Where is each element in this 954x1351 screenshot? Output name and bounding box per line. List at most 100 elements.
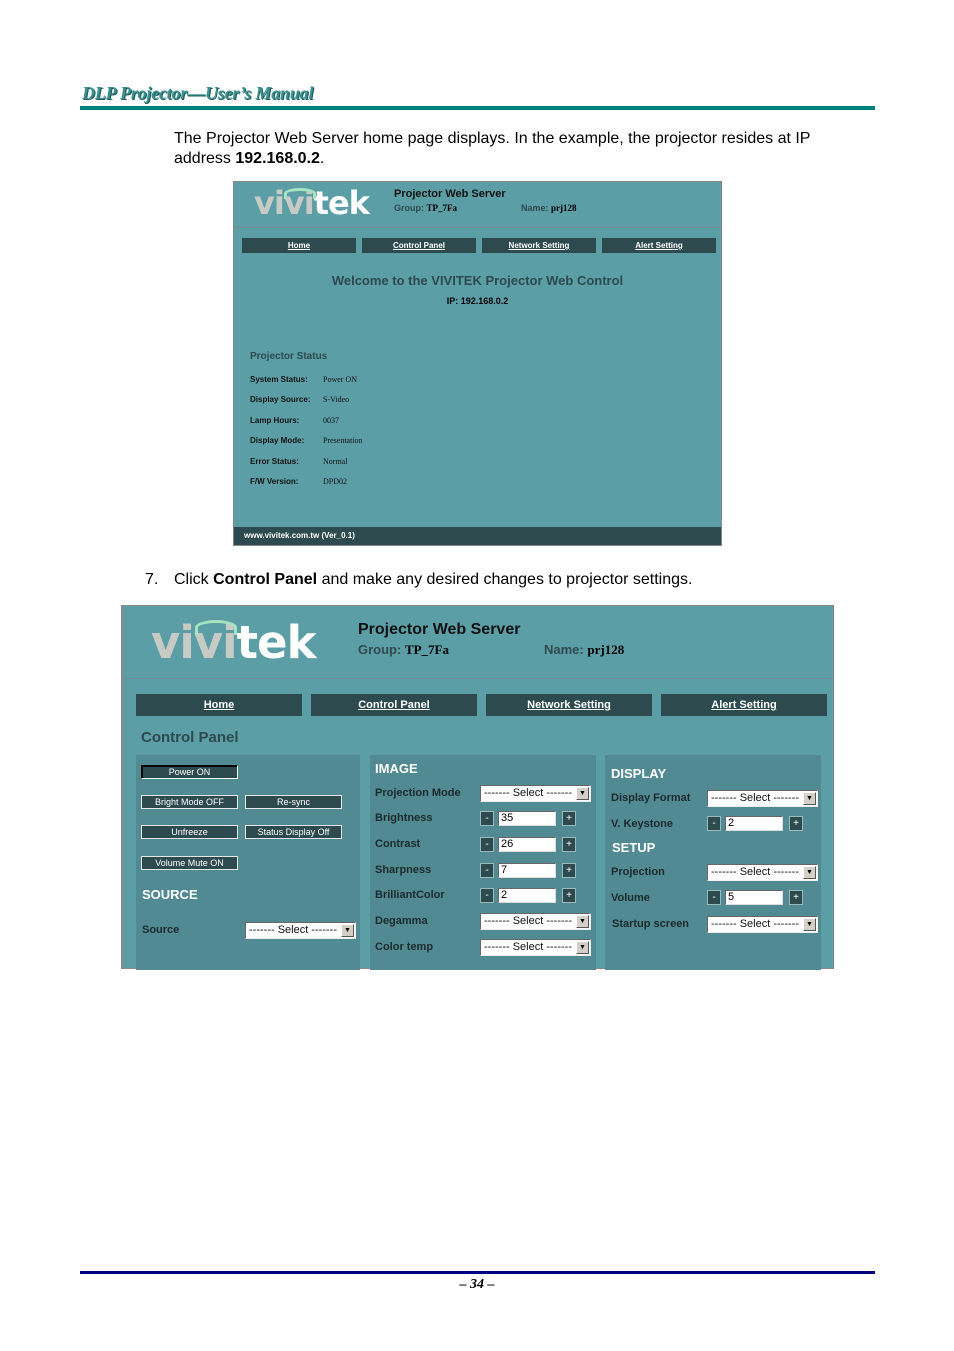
brightness-decrease-button[interactable]: - bbox=[480, 811, 494, 826]
vivitek-logo: vivitek bbox=[151, 616, 316, 669]
resync-button[interactable]: Re-sync bbox=[245, 795, 342, 809]
nav-network-setting[interactable]: Network Setting bbox=[486, 694, 652, 716]
intro-ip-address: 192.168.0.2 bbox=[235, 150, 320, 167]
server-title: Projector Web Server bbox=[394, 188, 506, 200]
header-separator bbox=[124, 678, 834, 679]
volume-mute-button[interactable]: Volume Mute ON bbox=[141, 856, 238, 870]
group-info: Group: TP_7Fa bbox=[394, 203, 457, 213]
select-text: ------- Select ------- bbox=[711, 866, 799, 878]
volume-input[interactable]: 5 bbox=[725, 890, 783, 905]
name-value: prj128 bbox=[551, 203, 577, 213]
dropdown-arrow-icon: ▼ bbox=[576, 787, 589, 800]
power-button[interactable]: Power ON bbox=[141, 765, 238, 779]
volume-label: Volume bbox=[611, 892, 650, 904]
image-section-title: IMAGE bbox=[375, 761, 418, 776]
brilliant-color-increase-button[interactable]: + bbox=[562, 888, 576, 903]
projection-select[interactable]: ------- Select ------- ▼ bbox=[707, 864, 818, 881]
projection-mode-select[interactable]: ------- Select ------- ▼ bbox=[480, 785, 591, 802]
status-key: Lamp Hours: bbox=[250, 416, 300, 425]
nav-bar: Home Control Panel Network Setting Alert… bbox=[136, 694, 827, 716]
group-info: Group: TP_7Fa bbox=[358, 642, 449, 658]
group-label: Group: bbox=[394, 203, 427, 213]
group-label: Group: bbox=[358, 642, 405, 657]
web-home-screenshot: vivitek Projector Web Server Group: TP_7… bbox=[233, 181, 722, 546]
status-key: Error Status: bbox=[250, 457, 299, 466]
v-keystone-input[interactable]: 2 bbox=[725, 816, 783, 831]
volume-increase-button[interactable]: + bbox=[789, 890, 803, 905]
name-label: Name: bbox=[544, 642, 588, 657]
status-key: Display Source: bbox=[250, 395, 311, 404]
nav-alert-setting[interactable]: Alert Setting bbox=[602, 238, 716, 253]
source-section-title: SOURCE bbox=[142, 887, 198, 902]
display-format-select[interactable]: ------- Select ------- ▼ bbox=[707, 790, 818, 807]
source-select[interactable]: ------- Select ------- ▼ bbox=[245, 922, 356, 939]
bright-mode-button[interactable]: Bright Mode OFF bbox=[141, 795, 238, 809]
status-value: Normal bbox=[323, 457, 348, 466]
nav-home[interactable]: Home bbox=[136, 694, 302, 716]
contrast-increase-button[interactable]: + bbox=[562, 837, 576, 852]
select-text: ------- Select ------- bbox=[711, 792, 799, 804]
brightness-label: Brightness bbox=[375, 812, 433, 824]
logo-arc-icon bbox=[195, 620, 237, 635]
dropdown-arrow-icon: ▼ bbox=[803, 792, 816, 805]
contrast-decrease-button[interactable]: - bbox=[480, 837, 494, 852]
nav-control-panel[interactable]: Control Panel bbox=[362, 238, 476, 253]
sharpness-increase-button[interactable]: + bbox=[562, 863, 576, 878]
intro-period: . bbox=[319, 150, 325, 167]
display-section-title: DISPLAY bbox=[611, 766, 667, 781]
status-value: Presentation bbox=[323, 436, 363, 445]
brightness-increase-button[interactable]: + bbox=[562, 811, 576, 826]
color-temp-select[interactable]: ------- Select ------- ▼ bbox=[480, 939, 591, 956]
v-keystone-increase-button[interactable]: + bbox=[789, 816, 803, 831]
status-display-button[interactable]: Status Display Off bbox=[245, 825, 342, 839]
brilliant-color-decrease-button[interactable]: - bbox=[480, 888, 494, 903]
projection-label: Projection bbox=[611, 866, 665, 878]
nav-alert-setting[interactable]: Alert Setting bbox=[661, 694, 827, 716]
web-control-panel-screenshot: vivitek Projector Web Server Group: TP_7… bbox=[121, 605, 834, 970]
nav-home[interactable]: Home bbox=[242, 238, 356, 253]
startup-screen-label: Startup screen bbox=[612, 918, 690, 930]
footer-divider bbox=[80, 1271, 875, 1274]
dropdown-arrow-icon: ▼ bbox=[803, 866, 816, 879]
select-text: ------- Select ------- bbox=[484, 941, 572, 953]
ip-line: IP: 192.168.0.2 bbox=[234, 296, 721, 306]
logo-text-tek: tek bbox=[236, 616, 317, 669]
contrast-input[interactable]: 26 bbox=[498, 837, 556, 852]
unfreeze-button[interactable]: Unfreeze bbox=[141, 825, 238, 839]
nav-network-setting[interactable]: Network Setting bbox=[482, 238, 596, 253]
display-format-label: Display Format bbox=[611, 792, 691, 804]
degamma-label: Degamma bbox=[375, 915, 428, 927]
vivitek-logo: vivitek bbox=[254, 184, 370, 222]
web-footer: www.vivitek.com.tw (Ver_0.1) bbox=[234, 527, 721, 545]
name-value: prj128 bbox=[587, 642, 625, 657]
projector-status-title: Projector Status bbox=[250, 351, 328, 362]
image-panel: IMAGE Projection Mode ------- Select ---… bbox=[370, 755, 596, 970]
status-value: S-Video bbox=[323, 395, 350, 404]
group-value: TP_7Fa bbox=[426, 203, 458, 213]
intro-paragraph: The Projector Web Server home page displ… bbox=[174, 129, 864, 169]
sharpness-decrease-button[interactable]: - bbox=[480, 863, 494, 878]
status-key: System Status: bbox=[250, 375, 308, 384]
dropdown-arrow-icon: ▼ bbox=[576, 915, 589, 928]
dropdown-arrow-icon: ▼ bbox=[576, 941, 589, 954]
select-text: ------- Select ------- bbox=[249, 924, 337, 936]
source-label: Source bbox=[142, 924, 180, 936]
server-title: Projector Web Server bbox=[358, 621, 521, 638]
logo-text-tek: tek bbox=[313, 184, 370, 222]
startup-screen-select[interactable]: ------- Select ------- ▼ bbox=[707, 916, 818, 933]
welcome-heading: Welcome to the VIVITEK Projector Web Con… bbox=[331, 273, 624, 288]
nav-control-panel[interactable]: Control Panel bbox=[311, 694, 477, 716]
brilliant-color-input[interactable]: 2 bbox=[498, 888, 556, 903]
status-key: F/W Version: bbox=[250, 477, 299, 486]
logo-arc-icon bbox=[284, 188, 316, 199]
status-value: DPD02 bbox=[323, 477, 348, 486]
v-keystone-decrease-button[interactable]: - bbox=[707, 816, 721, 831]
volume-decrease-button[interactable]: - bbox=[707, 890, 721, 905]
brightness-input[interactable]: 35 bbox=[498, 811, 556, 826]
sharpness-input[interactable]: 7 bbox=[498, 863, 556, 878]
header-divider bbox=[80, 106, 875, 110]
manual-header-title: DLP Projector—User’s Manual bbox=[82, 83, 314, 103]
contrast-label: Contrast bbox=[375, 838, 421, 850]
degamma-select[interactable]: ------- Select ------- ▼ bbox=[480, 913, 591, 930]
select-text: ------- Select ------- bbox=[484, 787, 572, 799]
